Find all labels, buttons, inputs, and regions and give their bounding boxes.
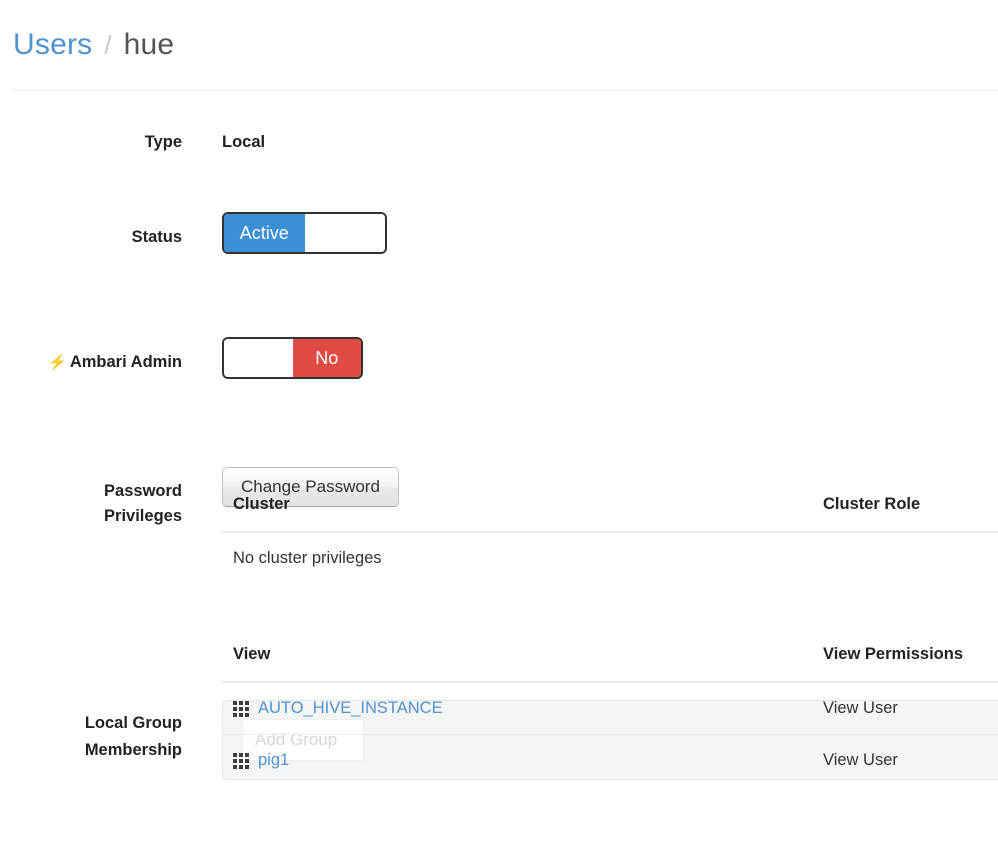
grid-icon [233,701,249,717]
cluster-column-header: Cluster [222,495,812,532]
view-privileges-table: View View Permissions AUTO_HIVE_INSTANCE… [222,645,998,786]
view-name-cell: pig1 [222,735,812,787]
view-link-pig1[interactable]: pig1 [258,751,289,770]
grid-icon [233,753,249,769]
cluster-table-empty-row: No cluster privileges [222,532,998,584]
breadcrumb-separator: / [104,30,111,61]
view-permissions-column-header: View Permissions [812,645,998,682]
row-ambari-admin: ⚡Ambari Admin No [0,202,998,264]
cluster-role-column-header: Cluster Role [812,495,998,532]
breadcrumb: Users / hue [0,0,998,90]
table-row: pig1 View User [222,735,998,787]
row-password: Password Change Password [0,264,998,334]
view-link-auto-hive-instance[interactable]: AUTO_HIVE_INSTANCE [258,699,443,718]
row-local-group-membership: Local Group Membership Add Group [0,334,998,434]
row-status: Status Active [0,140,998,202]
local-group-membership-label-line1: Local Group [0,710,182,737]
row-type: Type Local [0,90,998,140]
local-group-membership-label-line2: Membership [0,737,182,764]
view-permission-cell: View User [812,682,998,735]
local-group-membership-label: Local Group Membership [0,710,182,764]
view-column-header: View [222,645,812,682]
view-table-header-row: View View Permissions [222,645,998,682]
view-name-cell: AUTO_HIVE_INSTANCE [222,682,812,735]
breadcrumb-current-user: hue [124,28,175,62]
cluster-table-header-row: Cluster Cluster Role [222,495,998,532]
password-label: Password [0,479,182,503]
privileges-label: Privileges [0,507,182,526]
breadcrumb-users-link[interactable]: Users [13,28,92,62]
no-cluster-privileges-message: No cluster privileges [222,532,998,584]
view-permission-cell: View User [812,735,998,787]
table-row: AUTO_HIVE_INSTANCE View User [222,682,998,735]
user-detail-form: Type Local Status Active ⚡Ambari Admin N… [0,90,998,434]
cluster-privileges-table: Cluster Cluster Role No cluster privileg… [222,495,998,584]
